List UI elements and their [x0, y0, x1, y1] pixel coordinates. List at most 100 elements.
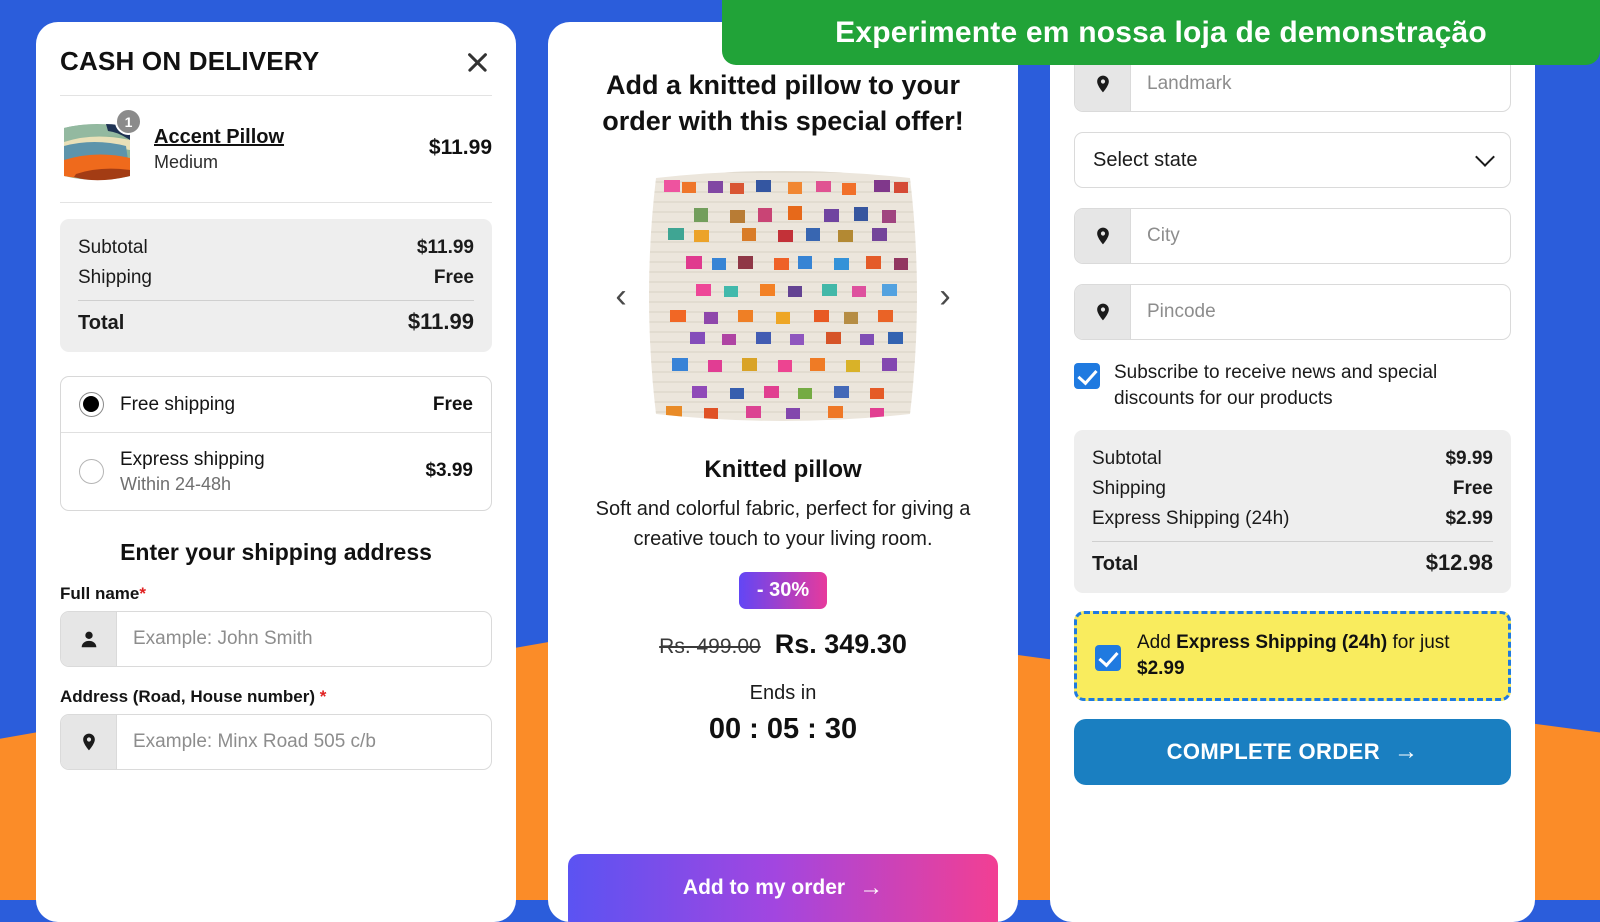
divider [1092, 541, 1493, 542]
summary-total-row: Total $11.99 [78, 305, 474, 339]
product-carousel: ‹ [578, 162, 988, 430]
required-asterisk: * [320, 687, 327, 706]
express-shipping-upsell-label: Add Express Shipping (24h) for just $2.9… [1137, 630, 1490, 682]
city-input-wrap[interactable] [1074, 208, 1511, 264]
upsell-prefix: Add [1137, 632, 1176, 653]
demo-store-banner-text: Experimente em nossa loja de demonstraçã… [835, 16, 1487, 50]
pincode-input-wrap[interactable] [1074, 284, 1511, 340]
location-pin-icon [1075, 57, 1131, 111]
countdown-timer: 00 : 05 : 30 [578, 713, 988, 746]
demo-store-banner: Experimente em nossa loja de demonstraçã… [722, 0, 1600, 65]
upsell-service-name: Express Shipping (24h) [1176, 632, 1387, 653]
summary-label: Subtotal [78, 237, 148, 259]
shipping-option-free[interactable]: Free shipping Free [61, 377, 491, 432]
shipping-options-group: Free shipping Free Express shipping With… [60, 376, 492, 511]
state-select[interactable]: Select state [1074, 132, 1511, 188]
cart-item-info: Accent Pillow Medium [154, 124, 415, 173]
summary-value: $9.99 [1445, 448, 1493, 470]
address-input[interactable] [117, 715, 491, 769]
person-icon [61, 612, 117, 666]
cart-item-name-link[interactable]: Accent Pillow [154, 124, 415, 151]
complete-order-button[interactable]: COMPLETE ORDER → [1074, 719, 1511, 785]
checkout-panel: CASH ON DELIVERY [36, 22, 516, 922]
upsell-offer-panel: Add a knitted pillow to your order with … [548, 22, 1018, 922]
address-details-panel: Select state Subscribe to receive news a… [1050, 22, 1535, 922]
complete-order-label: COMPLETE ORDER [1167, 739, 1380, 765]
summary-total-label: Total [1092, 553, 1138, 576]
address-label: Address (Road, House number) * [60, 687, 492, 707]
divider [60, 202, 492, 203]
add-to-my-order-button[interactable]: Add to my order → [568, 854, 998, 922]
city-input[interactable] [1131, 209, 1510, 263]
page-title: CASH ON DELIVERY [60, 46, 319, 77]
upsell-headline: Add a knitted pillow to your order with … [578, 68, 988, 140]
summary-total-label: Total [78, 312, 124, 335]
landmark-input[interactable] [1131, 57, 1510, 111]
subscribe-checkbox[interactable] [1074, 363, 1100, 389]
shipping-option-text: Express shipping Within 24-48h [120, 448, 409, 495]
summary-value: Free [1453, 478, 1493, 500]
summary-row: Subtotal $11.99 [78, 233, 474, 263]
upsell-price-discounted: Rs. 349.30 [775, 629, 907, 660]
location-pin-icon [1075, 285, 1131, 339]
knitted-pillow-image [638, 162, 928, 430]
summary-value: $11.99 [417, 237, 474, 259]
order-summary: Subtotal $9.99 Shipping Free Express Shi… [1074, 430, 1511, 593]
summary-label: Subtotal [1092, 448, 1162, 470]
divider [78, 300, 474, 301]
discount-badge: - 30% [739, 572, 827, 609]
shipping-address-heading: Enter your shipping address [60, 539, 492, 566]
shipping-option-text: Free shipping [120, 393, 417, 417]
shipping-option-express[interactable]: Express shipping Within 24-48h $3.99 [61, 432, 491, 510]
subscribe-label: Subscribe to receive news and special di… [1114, 360, 1511, 412]
shipping-option-label: Express shipping [120, 448, 409, 472]
upsell-middle: for just [1387, 632, 1449, 653]
label-text: Address (Road, House number) [60, 687, 315, 706]
cart-item-price: $11.99 [429, 136, 492, 160]
panel-header: CASH ON DELIVERY [60, 22, 492, 95]
full-name-input-wrap[interactable] [60, 611, 492, 667]
label-text: Full name [60, 584, 139, 603]
upsell-product-description: Soft and colorful fabric, perfect for gi… [578, 494, 988, 554]
upsell-product-name: Knitted pillow [578, 456, 988, 484]
required-asterisk: * [139, 584, 146, 603]
express-shipping-upsell[interactable]: Add Express Shipping (24h) for just $2.9… [1074, 611, 1511, 701]
upsell-price-original: Rs. 499.00 [659, 635, 761, 659]
arrow-right-icon: → [1394, 740, 1418, 764]
summary-total-value: $11.99 [408, 309, 474, 335]
radio-express-shipping[interactable] [79, 459, 104, 484]
full-name-label: Full name* [60, 584, 492, 604]
summary-label: Express Shipping (24h) [1092, 508, 1290, 530]
summary-row: Shipping Free [78, 263, 474, 293]
countdown-label: Ends in [578, 682, 988, 705]
upsell-price: $2.99 [1137, 658, 1185, 679]
radio-free-shipping[interactable] [79, 392, 104, 417]
summary-row: Shipping Free [1092, 474, 1493, 504]
chevron-right-icon[interactable]: › [928, 279, 962, 313]
chevron-down-icon [1475, 147, 1495, 167]
cart-item-thumbnail-wrap: 1 [60, 110, 140, 186]
shipping-option-label: Free shipping [120, 393, 417, 417]
summary-value: $2.99 [1445, 508, 1493, 530]
cart-item-quantity-badge: 1 [115, 108, 142, 135]
state-select-value: Select state [1093, 149, 1198, 172]
summary-total-value: $12.98 [1426, 550, 1493, 576]
subscribe-row[interactable]: Subscribe to receive news and special di… [1074, 360, 1511, 412]
close-icon[interactable] [462, 47, 492, 77]
full-name-input[interactable] [117, 612, 491, 666]
shipping-option-price: $3.99 [425, 460, 473, 482]
add-to-my-order-label: Add to my order [683, 876, 845, 900]
location-pin-icon [61, 715, 117, 769]
shipping-option-sublabel: Within 24-48h [120, 474, 409, 495]
pincode-input[interactable] [1131, 285, 1510, 339]
arrow-right-icon: → [859, 876, 883, 900]
summary-row: Subtotal $9.99 [1092, 444, 1493, 474]
express-shipping-checkbox[interactable] [1095, 645, 1121, 671]
summary-row: Express Shipping (24h) $2.99 [1092, 504, 1493, 534]
shipping-option-price: Free [433, 394, 473, 416]
upsell-price-row: Rs. 499.00 Rs. 349.30 [578, 629, 988, 660]
summary-label: Shipping [1092, 478, 1166, 500]
address-input-wrap[interactable] [60, 714, 492, 770]
summary-label: Shipping [78, 267, 152, 289]
chevron-left-icon[interactable]: ‹ [604, 279, 638, 313]
